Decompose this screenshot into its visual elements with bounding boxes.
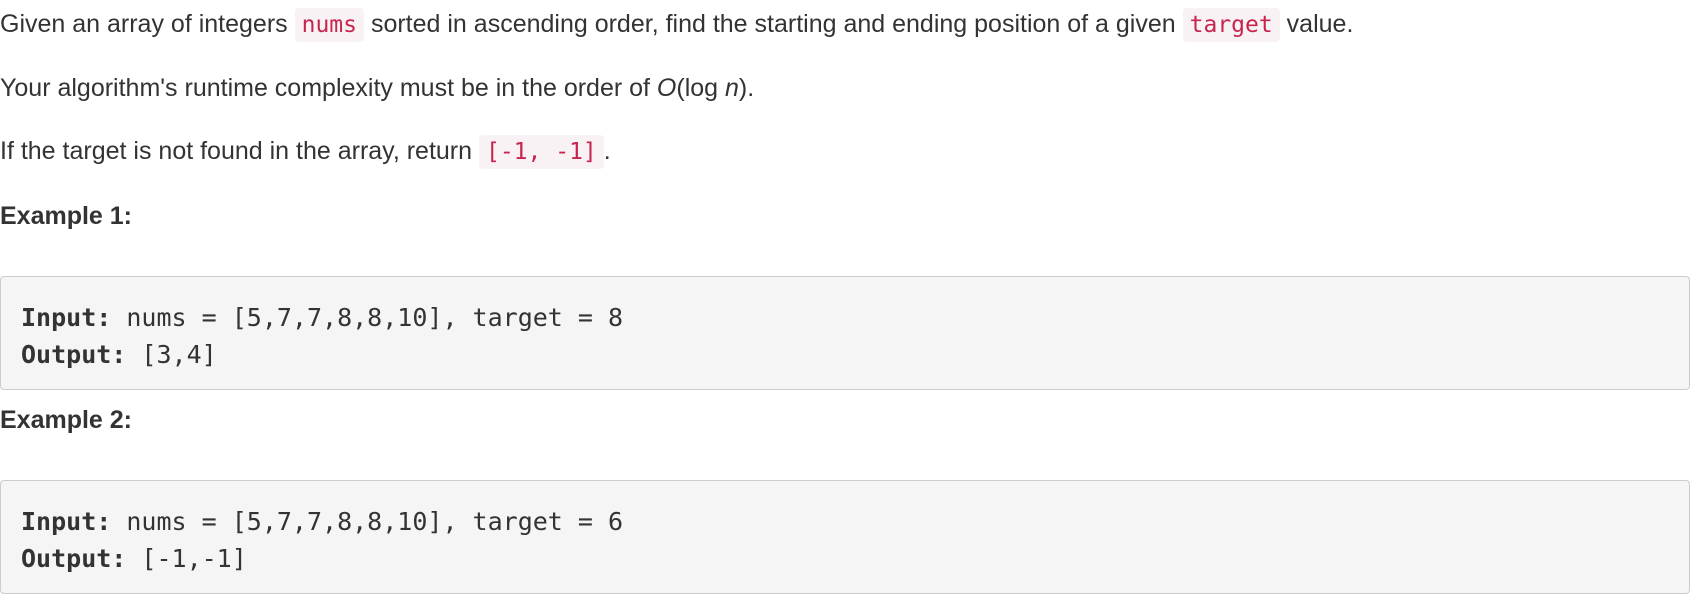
example-1-input-label: Input: [21, 303, 112, 332]
example-1-output-value: [3,4] [126, 340, 217, 369]
not-found-period: . [603, 137, 611, 165]
complexity-requirement: Your algorithm's runtime complexity must… [0, 70, 754, 106]
log-text: (log [676, 74, 726, 102]
statement-text-3: value. [1286, 10, 1354, 38]
example-1-heading: Example 1: [0, 202, 133, 230]
example-1-output-line: Output: [3,4] [21, 336, 1669, 373]
example-1-input-line: Input: nums = [5,7,7,8,8,10], target = 8 [21, 299, 1669, 336]
example-2-input-line: Input: nums = [5,7,7,8,8,10], target = 6 [21, 503, 1669, 540]
complexity-close: ). [738, 74, 755, 102]
not-found-rule: If the target is not found in the array,… [0, 133, 611, 170]
example-2-output-value: [-1,-1] [126, 544, 247, 573]
big-o-symbol: O [656, 74, 677, 102]
example-2-input-value: nums = [5,7,7,8,8,10], target = 6 [111, 507, 624, 536]
inline-code-nums: nums [294, 8, 364, 42]
example-2-code-block: Input: nums = [5,7,7,8,8,10], target = 6… [0, 480, 1690, 594]
example-1-input-value: nums = [5,7,7,8,8,10], target = 8 [111, 303, 624, 332]
n-variable: n [725, 74, 739, 102]
example-2-input-label: Input: [21, 507, 112, 536]
problem-description: Given an array of integers nums sorted i… [0, 0, 1693, 595]
complexity-text: Your algorithm's runtime complexity must… [0, 74, 657, 102]
inline-code-target: target [1182, 8, 1280, 42]
example-2-output-line: Output: [-1,-1] [21, 540, 1669, 577]
not-found-text: If the target is not found in the array,… [0, 137, 473, 165]
statement-text-1: Given an array of integers [0, 10, 288, 38]
problem-statement: Given an array of integers nums sorted i… [0, 6, 1353, 43]
example-1-code-block: Input: nums = [5,7,7,8,8,10], target = 8… [0, 276, 1690, 390]
example-2-heading: Example 2: [0, 406, 133, 434]
example-2-output-label: Output: [21, 544, 127, 573]
example-1-output-label: Output: [21, 340, 127, 369]
inline-code-not-found: [-1, -1] [478, 135, 604, 169]
statement-text-2: sorted in ascending order, find the star… [370, 10, 1176, 38]
